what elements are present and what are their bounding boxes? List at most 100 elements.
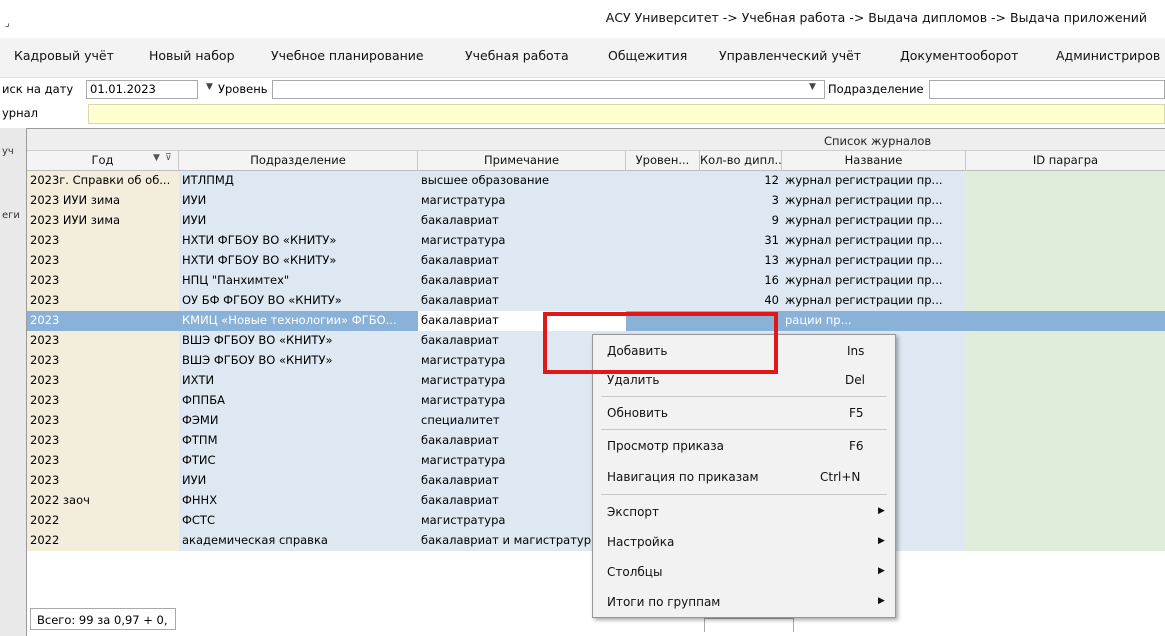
cell-department: ИУИ: [179, 211, 418, 231]
journal-field[interactable]: [88, 104, 1165, 124]
menu-item-columns[interactable]: Столбцы ▶: [593, 558, 895, 585]
cell-id: [966, 271, 1165, 291]
menu-item-order-navigation[interactable]: Навигация по приказам Ctrl+N: [593, 463, 895, 490]
cell-id: [966, 531, 1165, 551]
grid-title: Список журналов: [824, 134, 932, 148]
menu-item-dormitories[interactable]: Общежития: [608, 48, 687, 63]
cell-department: ФТИС: [179, 451, 418, 471]
cell-department: ФЭМИ: [179, 411, 418, 431]
cell-id: [966, 471, 1165, 491]
left-panel-edge: уч еги: [0, 128, 26, 636]
menu-item-management[interactable]: Управленческий учёт: [719, 48, 861, 63]
cell-year: 2023 ИУИ зима: [27, 211, 179, 231]
menu-item-academic[interactable]: Учебная работа: [465, 48, 569, 63]
column-header-level[interactable]: Уровен...: [626, 151, 700, 171]
cell-count: [700, 311, 782, 331]
menu-item-planning[interactable]: Учебное планирование: [271, 48, 424, 63]
menu-item-export[interactable]: Экспорт ▶: [593, 498, 895, 525]
table-row[interactable]: 2023 НПЦ "Панхимтех" бакалавриат 16 журн…: [27, 271, 1165, 291]
cell-year: 2023: [27, 371, 179, 391]
table-row-selected[interactable]: 2023 КМИЦ «Новые технологии» ФГБО... бак…: [27, 311, 1165, 331]
cell-year: 2023: [27, 431, 179, 451]
menu-item-hr[interactable]: Кадровый учёт: [14, 48, 114, 63]
sort-icon[interactable]: ▼: [153, 153, 160, 163]
left-fragment: еги: [2, 210, 20, 221]
cell-note: бакалавриат: [418, 211, 626, 231]
cell-name: журнал регистрации пр...: [782, 211, 966, 231]
cell-level: [626, 251, 700, 271]
cell-note: бакалавриат: [418, 291, 626, 311]
cell-year: 2022: [27, 511, 179, 531]
cell-department: ФППБА: [179, 391, 418, 411]
menu-item-add[interactable]: Добавить Ins: [593, 337, 895, 364]
table-row[interactable]: 2023 ИУИ зима ИУИ магистратура 3 журнал …: [27, 191, 1165, 211]
cell-id: [966, 171, 1165, 191]
cell-id: [966, 491, 1165, 511]
chevron-down-icon[interactable]: ▼: [206, 82, 213, 92]
cell-department: КМИЦ «Новые технологии» ФГБО...: [179, 311, 418, 331]
cell-year: 2023: [27, 411, 179, 431]
cell-year: 2023: [27, 331, 179, 351]
cell-department: НХТИ ФГБОУ ВО «КНИТУ»: [179, 231, 418, 251]
menu-item-settings[interactable]: Настройка ▶: [593, 528, 895, 555]
cell-count: 40: [700, 291, 782, 311]
column-header-note[interactable]: Примечание: [418, 151, 626, 171]
cell-year: 2023: [27, 451, 179, 471]
cell-name: журнал регистрации пр...: [782, 291, 966, 311]
cell-id: [966, 231, 1165, 251]
date-label: иск на дату: [2, 82, 74, 96]
cell-id: [966, 351, 1165, 371]
table-row[interactable]: 2023г. Справки об об... ИТЛПМД высшее об…: [27, 171, 1165, 191]
cell-id: [966, 311, 1165, 331]
filter-bar: иск на дату 01.01.2023 ▼ Уровень ▼ Подра…: [0, 78, 1165, 102]
cell-year: 2023г. Справки об об...: [27, 171, 179, 191]
chevron-down-icon[interactable]: ▼: [809, 82, 816, 92]
grid-header: Год ▼ ⊽ Подразделение Примечание Уровен.…: [27, 151, 1165, 171]
cell-year: 2023: [27, 271, 179, 291]
column-header-name[interactable]: Название: [782, 151, 966, 171]
cell-name: журнал регистрации пр...: [782, 271, 966, 291]
cell-year: 2023: [27, 231, 179, 251]
menu-item-documents[interactable]: Документооборот: [900, 48, 1018, 63]
menu-item-refresh[interactable]: Обновить F5: [593, 399, 895, 426]
cell-department: НХТИ ФГБОУ ВО «КНИТУ»: [179, 251, 418, 271]
cell-id: [966, 371, 1165, 391]
menu-item-delete[interactable]: Удалить Del: [593, 366, 895, 393]
date-field[interactable]: 01.01.2023: [86, 80, 198, 99]
cell-id: [966, 451, 1165, 471]
cell-year: 2023: [27, 251, 179, 271]
column-header-department[interactable]: Подразделение: [179, 151, 418, 171]
cell-level: [626, 211, 700, 231]
cell-level: [626, 231, 700, 251]
menu-item-view-order[interactable]: Просмотр приказа F6: [593, 432, 895, 459]
table-row[interactable]: 2023 НХТИ ФГБОУ ВО «КНИТУ» бакалавриат 1…: [27, 251, 1165, 271]
cell-count: 13: [700, 251, 782, 271]
menu-item-admission[interactable]: Новый набор: [149, 48, 235, 63]
table-row[interactable]: 2023 НХТИ ФГБОУ ВО «КНИТУ» магистратура …: [27, 231, 1165, 251]
cell-note: магистратура: [418, 191, 626, 211]
cell-count: 9: [700, 211, 782, 231]
table-row[interactable]: 2023 ОУ БФ ФГБОУ ВО «КНИТУ» бакалавриат …: [27, 291, 1165, 311]
filter-icon[interactable]: ⊽: [165, 153, 172, 163]
cell-count: 3: [700, 191, 782, 211]
cell-name: журнал регистрации пр...: [782, 231, 966, 251]
department-select[interactable]: [929, 80, 1165, 99]
corner-glyph: ⌟: [5, 18, 10, 29]
level-select[interactable]: [272, 80, 825, 99]
level-label: Уровень: [218, 82, 268, 96]
cell-year: 2022 заоч: [27, 491, 179, 511]
menu-item-group-totals[interactable]: Итоги по группам ▶: [593, 588, 895, 615]
journal-bar: урнал: [0, 102, 1165, 126]
table-row[interactable]: 2023 ИУИ зима ИУИ бакалавриат 9 журнал р…: [27, 211, 1165, 231]
count-summary-cell: [704, 618, 794, 632]
cell-department: ОУ БФ ФГБОУ ВО «КНИТУ»: [179, 291, 418, 311]
submenu-arrow-icon: ▶: [878, 596, 885, 606]
journal-label: урнал: [2, 106, 39, 120]
cell-note: магистратура: [418, 231, 626, 251]
cell-department: ИХТИ: [179, 371, 418, 391]
cell-level: [626, 311, 700, 331]
cell-year: 2022: [27, 531, 179, 551]
menu-item-admin[interactable]: Администриров: [1056, 48, 1160, 63]
column-header-id[interactable]: ID парагра: [966, 151, 1165, 171]
column-header-count[interactable]: Кол-во дипл...: [700, 151, 782, 171]
